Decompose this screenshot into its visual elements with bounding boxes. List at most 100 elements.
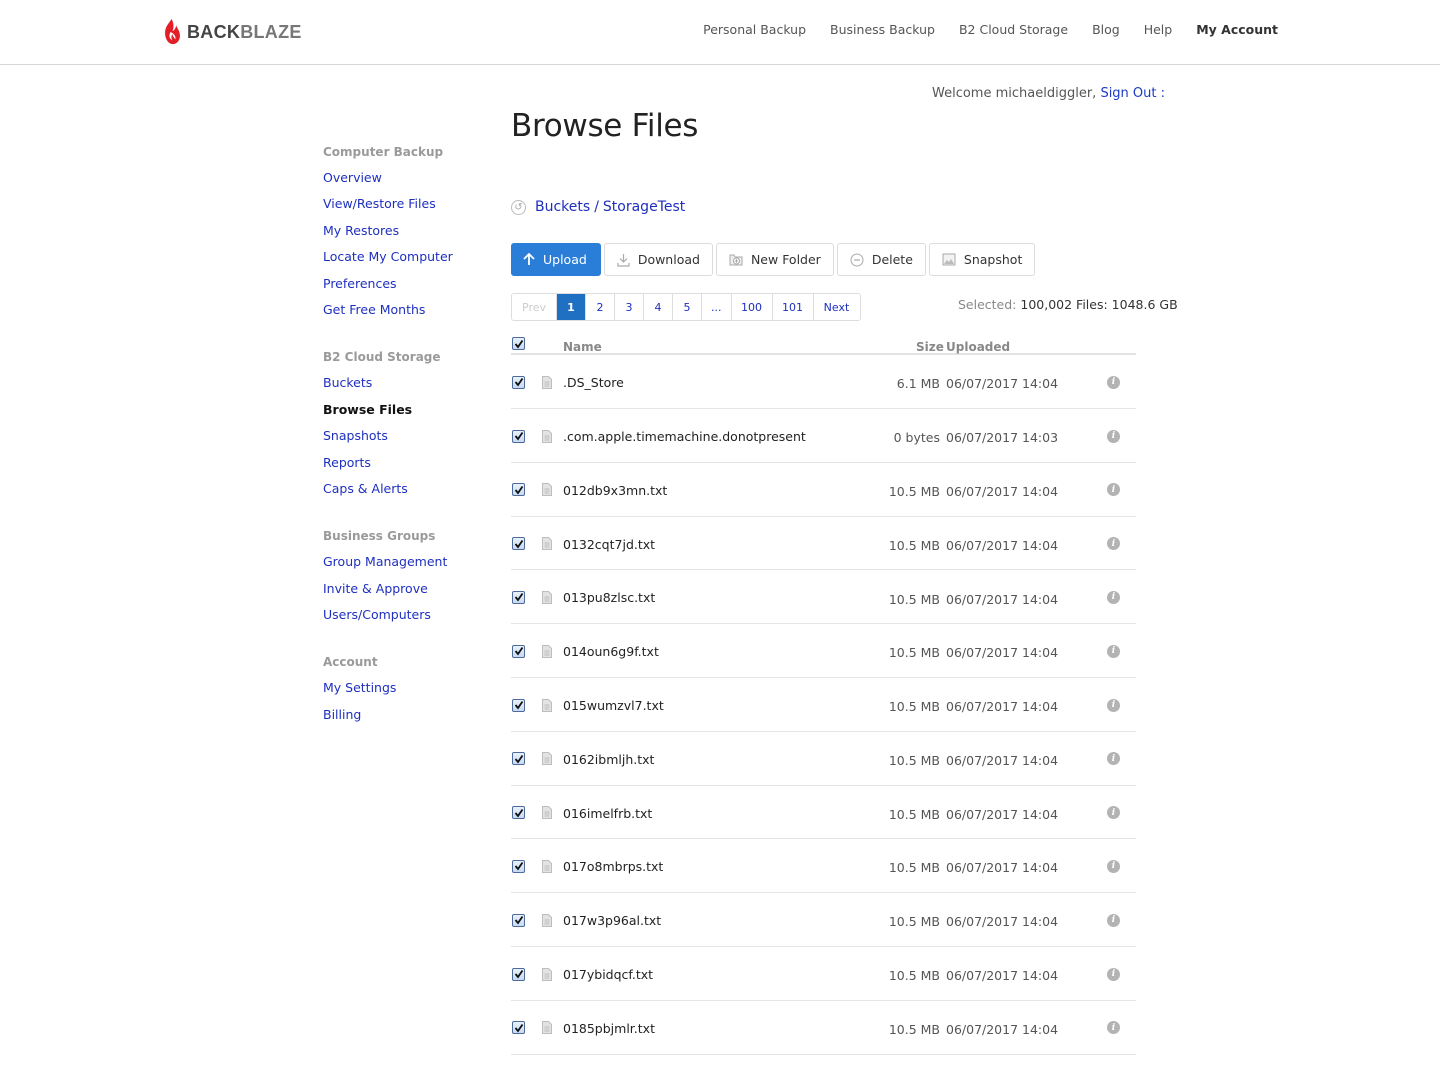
pagination-page-5[interactable]: 5: [673, 294, 702, 320]
select-all-checkbox[interactable]: [512, 337, 525, 350]
column-header-name[interactable]: Name: [563, 340, 602, 354]
sidebar-item-get-free-months[interactable]: Get Free Months: [323, 302, 493, 328]
nav-my-account[interactable]: My Account: [1196, 22, 1278, 38]
upload-button[interactable]: Upload: [511, 243, 601, 276]
row-checkbox[interactable]: [512, 698, 525, 712]
new-folder-button[interactable]: New Folder: [715, 243, 834, 276]
file-name[interactable]: 0185pbjmlr.txt: [563, 1021, 655, 1036]
nav-blog[interactable]: Blog: [1092, 22, 1120, 38]
sidebar-item-view-restore-files[interactable]: View/Restore Files: [323, 196, 493, 222]
table-row[interactable]: .com.apple.timemachine.donotpresent 0 by…: [511, 409, 1136, 463]
file-name[interactable]: 014oun6g9f.txt: [563, 644, 659, 659]
row-checkbox[interactable]: [512, 913, 525, 927]
sidebar-item-group-management[interactable]: Group Management: [323, 554, 493, 580]
file-name[interactable]: 017o8mbrps.txt: [563, 859, 663, 874]
info-icon[interactable]: i: [1107, 375, 1120, 389]
sidebar-item-snapshots[interactable]: Snapshots: [323, 428, 493, 454]
info-icon[interactable]: i: [1107, 913, 1120, 927]
table-row[interactable]: 016imelfrb.txt 10.5 MB 06/07/2017 14:04 …: [511, 786, 1136, 840]
info-icon[interactable]: i: [1107, 590, 1120, 604]
row-checkbox[interactable]: [512, 806, 525, 820]
breadcrumb-current-bucket[interactable]: StorageTest: [603, 199, 685, 215]
row-checkbox[interactable]: [512, 590, 525, 604]
table-row[interactable]: 0132cqt7jd.txt 10.5 MB 06/07/2017 14:04 …: [511, 517, 1136, 571]
info-icon[interactable]: i: [1107, 644, 1120, 658]
delete-button[interactable]: Delete: [836, 243, 926, 276]
info-icon[interactable]: i: [1107, 429, 1120, 443]
table-row[interactable]: 0162ibmljh.txt 10.5 MB 06/07/2017 14:04 …: [511, 732, 1136, 786]
sidebar-item-browse-files[interactable]: Browse Files: [323, 402, 493, 428]
file-name[interactable]: 0132cqt7jd.txt: [563, 537, 655, 552]
info-icon[interactable]: i: [1107, 859, 1120, 873]
nav-personal-backup[interactable]: Personal Backup: [703, 22, 806, 38]
info-icon[interactable]: i: [1107, 1021, 1120, 1035]
sidebar-item-billing[interactable]: Billing: [323, 707, 493, 733]
file-name[interactable]: .DS_Store: [563, 375, 624, 390]
back-arrow-icon[interactable]: ↺: [511, 199, 526, 215]
sidebar-heading: Business Groups: [323, 529, 436, 544]
table-row[interactable]: 0185pbjmlr.txt 10.5 MB 06/07/2017 14:04 …: [511, 1001, 1136, 1055]
table-row[interactable]: 017w3p96al.txt 10.5 MB 06/07/2017 14:04 …: [511, 893, 1136, 947]
pagination-page-1[interactable]: 1: [557, 294, 586, 320]
column-header-uploaded[interactable]: Uploaded: [946, 340, 1010, 354]
row-checkbox[interactable]: [512, 1021, 525, 1035]
table-row[interactable]: 017o8mbrps.txt 10.5 MB 06/07/2017 14:04 …: [511, 839, 1136, 894]
file-name[interactable]: .com.apple.timemachine.donotpresent: [563, 429, 806, 444]
info-icon[interactable]: i: [1107, 806, 1120, 820]
pagination-page-4[interactable]: 4: [644, 294, 673, 320]
info-icon[interactable]: i: [1107, 967, 1120, 981]
download-button[interactable]: Download: [603, 243, 713, 276]
info-icon[interactable]: i: [1107, 537, 1120, 551]
file-name[interactable]: 013pu8zlsc.txt: [563, 590, 655, 605]
pagination-page-2[interactable]: 2: [586, 294, 615, 320]
table-row[interactable]: 013pu8zlsc.txt 10.5 MB 06/07/2017 14:04 …: [511, 570, 1136, 625]
info-icon[interactable]: i: [1107, 698, 1120, 712]
row-checkbox[interactable]: [512, 859, 525, 873]
sidebar-item-my-restores[interactable]: My Restores: [323, 223, 493, 249]
row-checkbox[interactable]: [512, 483, 525, 497]
info-icon[interactable]: i: [1107, 752, 1120, 766]
file-uploaded-date: 06/07/2017 14:04: [946, 483, 1059, 499]
file-name[interactable]: 012db9x3mn.txt: [563, 483, 667, 498]
table-row[interactable]: 017ybidqcf.txt 10.5 MB 06/07/2017 14:04 …: [511, 947, 1136, 1001]
table-row[interactable]: 014oun6g9f.txt 10.5 MB 06/07/2017 14:04 …: [511, 624, 1136, 678]
row-checkbox[interactable]: [512, 537, 525, 551]
sign-out-link[interactable]: Sign Out: [1100, 86, 1156, 101]
nav-help[interactable]: Help: [1144, 22, 1173, 38]
breadcrumb-buckets[interactable]: Buckets: [535, 199, 590, 215]
nav-b2-cloud-storage[interactable]: B2 Cloud Storage: [959, 22, 1068, 38]
row-checkbox[interactable]: [512, 375, 525, 389]
sidebar-item-users-computers[interactable]: Users/Computers: [323, 607, 493, 633]
sidebar-item-overview[interactable]: Overview: [323, 170, 493, 196]
file-name[interactable]: 015wumzvl7.txt: [563, 698, 664, 713]
file-name[interactable]: 016imelfrb.txt: [563, 806, 652, 821]
sidebar-item-locate-my-computer[interactable]: Locate My Computer: [323, 249, 493, 275]
row-checkbox[interactable]: [512, 752, 525, 766]
row-checkbox[interactable]: [512, 429, 525, 443]
table-row[interactable]: 015wumzvl7.txt 10.5 MB 06/07/2017 14:04 …: [511, 678, 1136, 732]
table-row[interactable]: 012db9x3mn.txt 10.5 MB 06/07/2017 14:04 …: [511, 463, 1136, 517]
sidebar-item-reports[interactable]: Reports: [323, 455, 493, 481]
table-row[interactable]: .DS_Store 6.1 MB 06/07/2017 14:04 i: [511, 355, 1136, 409]
backblaze-logo[interactable]: BACKBLAZE: [163, 18, 302, 46]
sidebar-item-preferences[interactable]: Preferences: [323, 276, 493, 302]
file-name[interactable]: 017ybidqcf.txt: [563, 967, 653, 982]
pagination-page-100[interactable]: 100: [731, 294, 773, 320]
pagination-next[interactable]: Next: [813, 294, 860, 320]
checkmark-icon: [514, 916, 523, 925]
sidebar-item-invite-approve[interactable]: Invite & Approve: [323, 581, 493, 607]
column-header-size[interactable]: Size: [916, 340, 944, 354]
snapshot-button[interactable]: Snapshot: [928, 243, 1036, 276]
nav-business-backup[interactable]: Business Backup: [830, 22, 935, 38]
info-icon[interactable]: i: [1107, 483, 1120, 497]
file-name[interactable]: 017w3p96al.txt: [563, 913, 661, 928]
file-name[interactable]: 0162ibmljh.txt: [563, 752, 654, 767]
sidebar-item-my-settings[interactable]: My Settings: [323, 680, 493, 706]
sidebar-item-buckets[interactable]: Buckets: [323, 375, 493, 401]
pagination-page-101[interactable]: 101: [772, 294, 814, 320]
row-checkbox[interactable]: [512, 644, 525, 658]
pagination-prev[interactable]: Prev: [512, 294, 557, 320]
sidebar-item-caps-alerts[interactable]: Caps & Alerts: [323, 481, 493, 507]
row-checkbox[interactable]: [512, 967, 525, 981]
pagination-page-3[interactable]: 3: [615, 294, 644, 320]
